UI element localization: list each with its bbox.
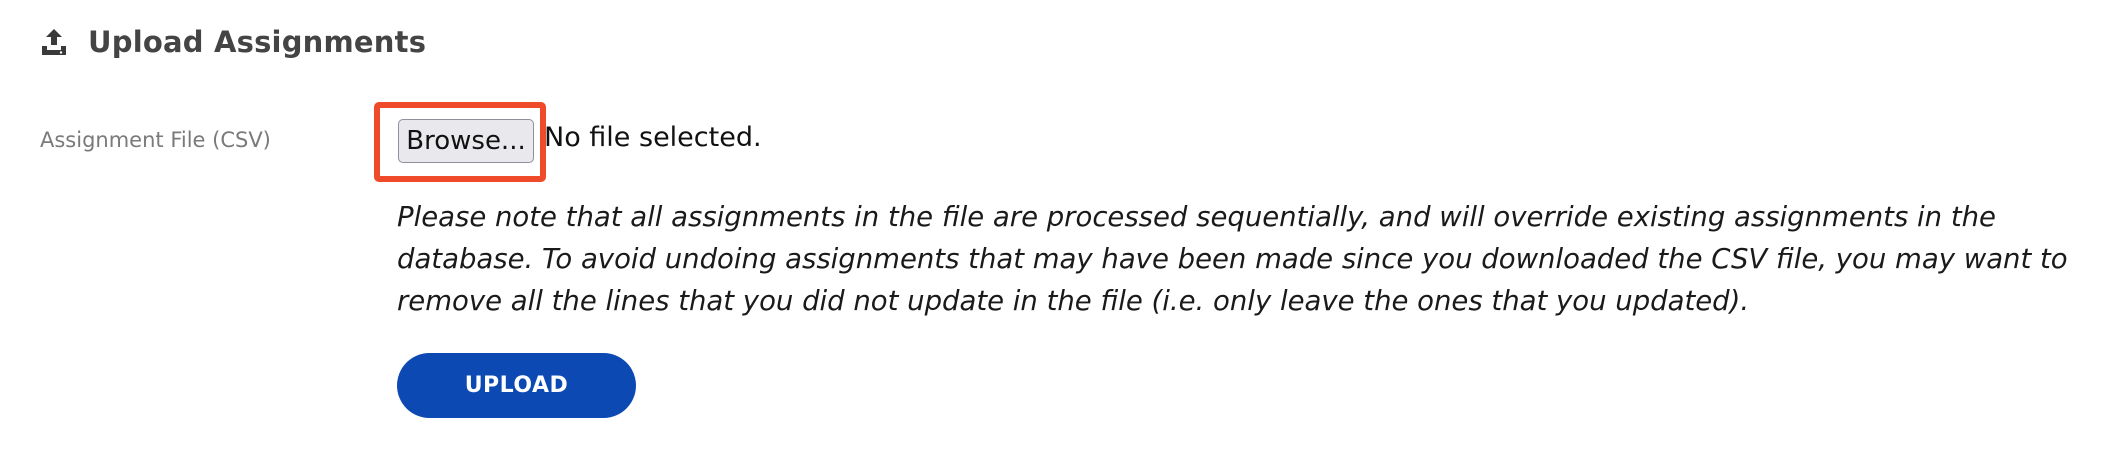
assignment-file-label: Assignment File (CSV) (40, 128, 271, 152)
upload-button[interactable]: UPLOAD (397, 353, 636, 418)
section-header: Upload Assignments (40, 20, 426, 64)
section-title: Upload Assignments (88, 25, 427, 59)
upload-tray-icon (40, 27, 68, 57)
upload-note: Please note that all assignments in the … (397, 201, 2068, 317)
file-status-text: No file selected. (544, 122, 762, 153)
browse-button[interactable]: Browse... (398, 119, 534, 163)
